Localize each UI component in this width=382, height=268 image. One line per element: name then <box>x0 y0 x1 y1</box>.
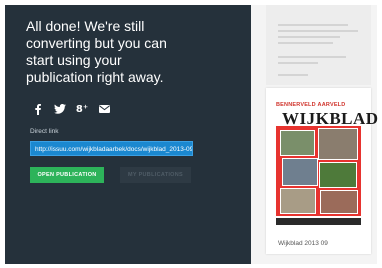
background-card <box>266 5 371 85</box>
twitter-icon[interactable] <box>52 101 68 117</box>
headline-line: All done! We're still <box>26 18 145 34</box>
cover-brand-a: BENNERVELD <box>276 102 316 108</box>
cover-brand: BENNERVELD AARVELD <box>276 102 345 108</box>
google-plus-icon[interactable]: 8⁺ <box>74 101 90 117</box>
headline-line: publication right away. <box>26 69 164 85</box>
cover-photo <box>320 190 358 214</box>
cover-footer-bar <box>276 218 361 225</box>
headline-line: converting but you can <box>26 35 167 51</box>
cover-brand-b: AARVELD <box>317 102 346 108</box>
cover-photo <box>280 130 315 156</box>
direct-link-field[interactable]: http://issuu.com/wijkbladaarbek/docs/wij… <box>30 141 193 156</box>
faded-text-line <box>278 36 340 38</box>
cover-photo <box>318 128 358 160</box>
cover-photo <box>282 158 318 186</box>
success-headline: All done! We're still converting but you… <box>26 18 226 86</box>
share-buttons: 8⁺ <box>30 101 112 117</box>
cover-photo <box>319 162 357 188</box>
google-plus-label: 8⁺ <box>75 103 89 115</box>
direct-link-label: Direct link <box>30 128 59 135</box>
faded-text-line <box>278 30 358 32</box>
open-publication-button[interactable]: OPEN PUBLICATION <box>30 167 104 183</box>
my-publications-button[interactable]: MY PUBLICATIONS <box>120 167 191 183</box>
headline-line: start using your <box>26 52 122 68</box>
faded-text-line <box>278 74 308 76</box>
publication-cover[interactable]: BENNERVELD AARVELD WIJKBLAD <box>272 95 378 228</box>
faded-text-line <box>278 62 318 64</box>
faded-text-line <box>278 56 346 58</box>
facebook-icon[interactable] <box>30 101 46 117</box>
publication-caption[interactable]: Wijkblad 2013 09 <box>278 240 328 247</box>
faded-text-line <box>278 42 333 44</box>
faded-text-line <box>278 24 348 26</box>
cover-photo-collage <box>276 126 361 216</box>
email-icon[interactable] <box>96 101 112 117</box>
cover-photo <box>280 188 316 214</box>
